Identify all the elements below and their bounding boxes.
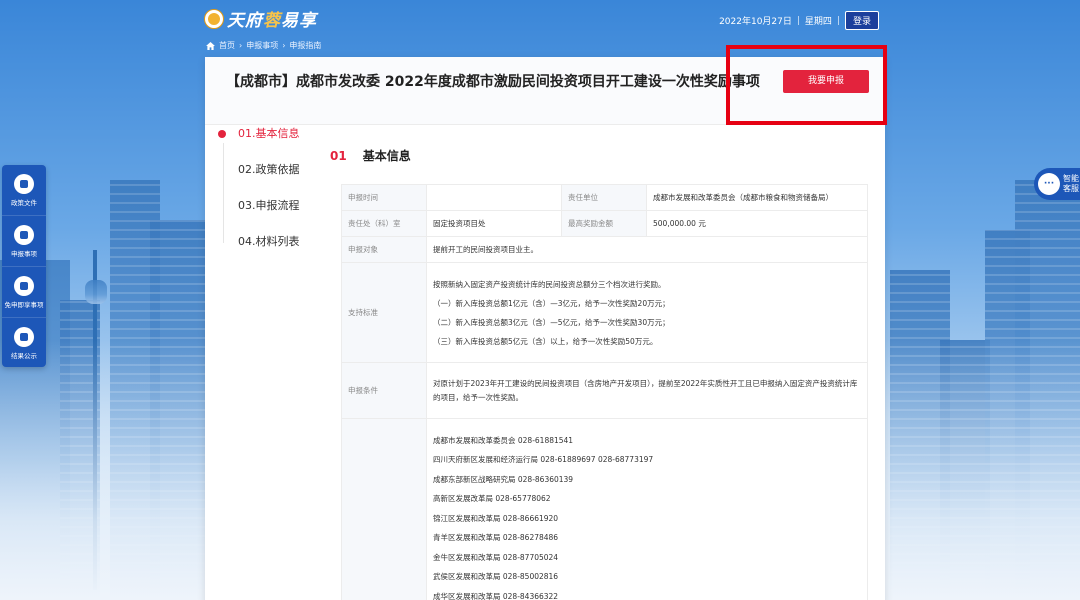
standard-line: （二）新入库投资总额3亿元（含）—5亿元，给予一次性奖励30万元； xyxy=(433,317,670,327)
table-value xyxy=(426,184,562,211)
section-header: 01 基本信息 xyxy=(330,147,411,164)
table-label xyxy=(341,418,427,600)
date-text: 2022年10月27日 xyxy=(719,17,792,27)
page-title: 【成都市】成都市发改委 2022年度成都市激励民间投资项目开工建设一次性奖励事项 xyxy=(226,74,760,90)
weekday-text: 星期四 xyxy=(804,17,832,27)
contact-line: 青羊区发展和改革局 028-86278486 xyxy=(433,533,559,543)
nav-item-materials[interactable]: 04.材料列表 xyxy=(218,235,318,271)
active-dot-icon xyxy=(218,130,226,138)
table-label: 最高奖励金额 xyxy=(561,210,647,237)
nav-item-basic-info[interactable]: 01.基本信息 xyxy=(218,127,318,163)
announcement-icon xyxy=(14,327,34,347)
sidebar-item-no-apply[interactable]: 免申即享事项 xyxy=(2,267,46,318)
table-value: 按照新纳入固定资产投资统计库的民间投资总额分三个档次进行奖励。 （一）新入库投资… xyxy=(426,262,868,363)
site-logo[interactable]: 天府蓉易享 xyxy=(205,6,317,31)
header-right: 2022年10月27日 | 星期四 | 登录 xyxy=(719,11,879,30)
contact-line: 金牛区发展和改革局 028-87705024 xyxy=(433,552,559,562)
standard-line: 按照新纳入固定资产投资统计库的民间投资总额分三个档次进行奖励。 xyxy=(433,279,666,289)
contact-line: 成都市发展和改革委员会 028-61881541 xyxy=(433,435,574,445)
table-row: 成都市发展和改革委员会 028-61881541 四川天府新区发展和经济运行局 … xyxy=(341,418,868,600)
contact-line: 武侯区发展和改革局 028-85002816 xyxy=(433,572,559,582)
table-row: 责任处（科）室 固定投资项目处 最高奖励金额 500,000.00 元 xyxy=(341,210,868,237)
table-label: 责任单位 xyxy=(561,184,647,211)
logo-icon xyxy=(205,9,223,28)
floating-sidebar: 政策文件 申报事项 免申即享事项 结果公示 xyxy=(2,165,46,367)
table-label: 支持标准 xyxy=(341,262,427,363)
document-icon xyxy=(14,173,34,194)
breadcrumb-item: 申报指南 xyxy=(289,41,322,50)
table-value: 对原计划于2023年开工建设的民间投资项目（含房地产开发项目），提前至2022年… xyxy=(426,362,868,419)
contact-line: 成都东部新区战略研究局 028-86360139 xyxy=(433,474,574,484)
breadcrumb-item[interactable]: 首页 xyxy=(219,40,235,51)
table-value: 固定投资项目处 xyxy=(426,210,562,237)
contact-line: 锦江区发展和改革局 028-86661920 xyxy=(433,513,559,523)
breadcrumb: 首页 › 申报事项 › 申报指南 xyxy=(206,40,321,51)
standard-line: （三）新入库投资总额5亿元（含）以上，给予一次性奖励50万元。 xyxy=(433,336,658,346)
contact-line: 高新区发展改革局 028-65778062 xyxy=(433,494,551,504)
standard-line: （一）新入库投资总额1亿元（含）—3亿元，给予一次性奖励20万元； xyxy=(433,298,670,308)
sidebar-item-apply-items[interactable]: 申报事项 xyxy=(2,216,46,267)
section-number: 01 xyxy=(330,148,347,163)
section-title: 基本信息 xyxy=(362,149,411,163)
table-row: 申报条件 对原计划于2023年开工建设的民间投资项目（含房地产开发项目），提前至… xyxy=(341,362,868,419)
table-label: 申报对象 xyxy=(341,236,427,263)
table-value: 提前开工的民间投资项目业主。 xyxy=(426,236,868,263)
nav-item-policy[interactable]: 02.政策依据 xyxy=(218,163,318,199)
home-icon[interactable] xyxy=(206,41,215,50)
contact-line: 四川天府新区发展和经济运行局 028-61889697 028-68773197 xyxy=(433,455,654,465)
chat-icon: ··· xyxy=(1038,173,1060,195)
clipboard-icon xyxy=(14,224,34,245)
top-header: 天府蓉易享 2022年10月27日 | 星期四 | 登录 xyxy=(205,6,885,32)
login-button[interactable]: 登录 xyxy=(844,11,879,30)
table-value: 500,000.00 元 xyxy=(646,210,868,237)
highlight-box xyxy=(726,45,887,125)
sidebar-item-results[interactable]: 结果公示 xyxy=(2,318,46,369)
table-value: 成都市发展和改革委员会（成都市粮食和物资储备局） xyxy=(646,184,868,211)
table-row: 申报对象 提前开工的民间投资项目业主。 xyxy=(341,236,868,263)
section-nav: 01.基本信息 02.政策依据 03.申报流程 04.材料列表 xyxy=(218,127,318,271)
table-value: 成都市发展和改革委员会 028-61881541 四川天府新区发展和经济运行局 … xyxy=(426,418,868,600)
breadcrumb-item[interactable]: 申报事项 xyxy=(246,40,278,51)
info-table: 申报时间 责任单位 成都市发展和改革委员会（成都市粮食和物资储备局） 责任处（科… xyxy=(341,184,868,600)
table-label: 责任处（科）室 xyxy=(341,210,427,237)
contact-line: 成华区发展和改革局 028-84366322 xyxy=(433,591,559,600)
sidebar-item-policy-docs[interactable]: 政策文件 xyxy=(2,165,46,216)
table-label: 申报时间 xyxy=(341,184,427,211)
table-row: 申报时间 责任单位 成都市发展和改革委员会（成都市粮食和物资储备局） xyxy=(341,184,868,211)
nav-item-process[interactable]: 03.申报流程 xyxy=(218,199,318,235)
smart-service-button[interactable]: ··· 智能 客服 xyxy=(1034,168,1080,200)
table-row: 支持标准 按照新纳入固定资产投资统计库的民间投资总额分三个档次进行奖励。 （一）… xyxy=(341,262,868,363)
gift-icon xyxy=(14,275,34,296)
table-label: 申报条件 xyxy=(341,362,427,419)
